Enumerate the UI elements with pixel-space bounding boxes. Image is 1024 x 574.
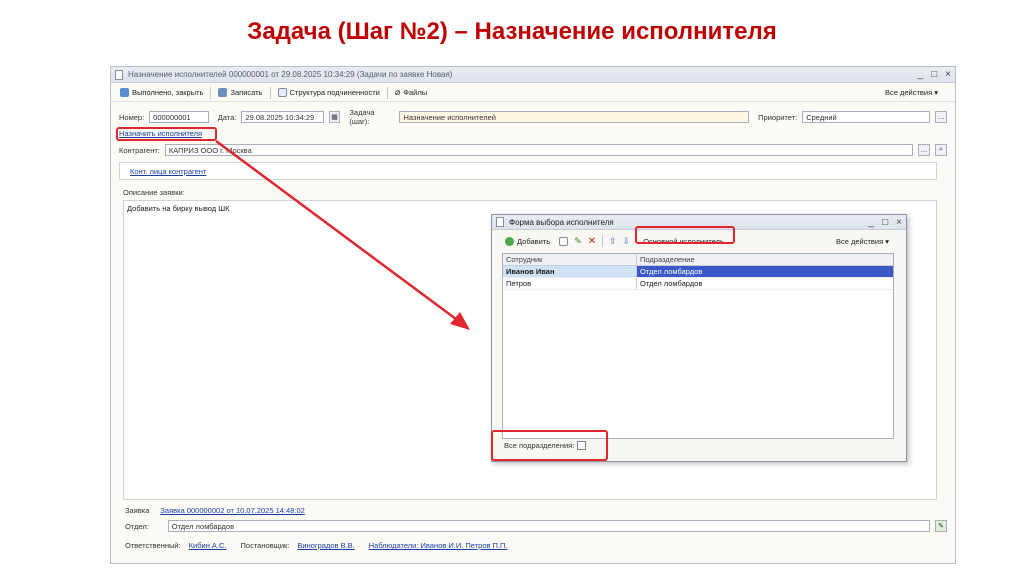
date-label: Дата: (217, 112, 237, 122)
copy-icon[interactable] (559, 236, 569, 246)
contacts-link[interactable]: Конт. лица контрагент (130, 167, 206, 176)
department-field[interactable]: Отдел ломбардов (167, 520, 930, 532)
minimize-button[interactable]: _ (918, 69, 924, 80)
add-button[interactable]: Добавить (502, 236, 553, 247)
counterparty-row: Контрагент: КАПРИЗ ООО г. Москва … ⌕ (119, 144, 947, 156)
dialog-close-button[interactable]: × (896, 217, 902, 228)
counterparty-field[interactable]: КАПРИЗ ООО г. Москва (164, 144, 913, 156)
highlight-main-executor (635, 226, 735, 244)
description-label: Описание заявки: (123, 188, 185, 197)
number-label: Номер: (119, 112, 145, 122)
files-label: Файлы (403, 88, 428, 97)
executor-selection-dialog: Форма выбора исполнителя _ □ × Добавить … (491, 214, 907, 462)
responsible-row: Ответственный: Кибин А.С. Постановщик: В… (125, 541, 947, 550)
number-field[interactable]: 000000001 (149, 111, 209, 123)
department-label: Отдел: (125, 521, 149, 531)
edit-icon[interactable]: ✎ (574, 236, 582, 247)
task-field[interactable]: Назначение исполнителей (399, 111, 750, 123)
task-label: Задача (шаг): (349, 108, 375, 126)
search-icon[interactable]: ⌕ (935, 144, 947, 156)
calendar-icon[interactable]: ▦ (328, 111, 341, 123)
counterparty-label: Контрагент: (119, 145, 160, 155)
files-button[interactable]: ⌀ Файлы (392, 86, 430, 99)
toolbar-separator (602, 235, 604, 247)
done-close-label: Выполнено, закрыть (132, 88, 204, 97)
highlight-all-departments (491, 430, 608, 461)
slide-title: Задача (Шаг №2) – Назначение исполнителя (247, 18, 777, 45)
department-cell: Отдел ломбардов (640, 279, 703, 288)
edit-icon[interactable]: ✎ (935, 520, 947, 532)
main-toolbar: Выполнено, закрыть Записать Структура по… (111, 84, 955, 102)
priority-select-button[interactable]: … (935, 111, 948, 123)
structure-label: Структура подчиненности (289, 88, 380, 97)
add-label: Добавить (517, 236, 551, 246)
table-row[interactable]: Иванов Иван Отдел ломбардов (503, 266, 893, 278)
department-cell: Отдел ломбардов (637, 266, 893, 277)
structure-button[interactable]: Структура подчиненности (275, 87, 383, 98)
column-header-employee[interactable]: Сотрудник (503, 254, 637, 265)
add-icon (505, 236, 514, 246)
responsible-link[interactable]: Кибин А.С. (189, 541, 227, 550)
dialog-all-actions-menu[interactable]: Все действия ▾ (833, 236, 892, 247)
window-title: Назначение исполнителей 000000001 от 29.… (128, 70, 453, 79)
table-row[interactable]: Петров Отдел ломбардов (503, 278, 893, 290)
dialog-maximize-button[interactable]: □ (882, 217, 888, 228)
date-field[interactable]: 29.08.2025 10:34:29 (241, 111, 324, 123)
dialog-title: Форма выбора исполнителя (509, 217, 614, 227)
observers-link[interactable]: Наблюдатели: Иванов И.И. Петров П.П. (369, 541, 508, 550)
description-text: Добавить на бирку вывод ШК (127, 204, 230, 213)
column-header-department[interactable]: Подразделение (637, 254, 893, 265)
done-close-button[interactable]: Выполнено, закрыть (117, 87, 206, 98)
highlight-assign-link (116, 127, 217, 141)
toolbar-separator (386, 86, 388, 99)
document-icon (496, 217, 504, 227)
move-down-icon[interactable]: ⇩ (623, 236, 631, 247)
priority-label: Приоритет: (758, 112, 798, 122)
assign-row: Назначить исполнителя (119, 129, 947, 138)
structure-icon (277, 88, 287, 97)
responsible-label: Ответственный: (125, 541, 181, 550)
dialog-minimize-button[interactable]: _ (869, 217, 875, 228)
assigner-link[interactable]: Виноградов В.В. (297, 541, 354, 550)
header-row: Номер: 000000001 Дата: 29.08.2025 10:34:… (119, 108, 948, 126)
employee-cell: Иванов Иван (503, 266, 637, 277)
table-header: Сотрудник Подразделение (503, 254, 893, 266)
move-up-icon[interactable]: ⇧ (609, 236, 617, 247)
document-icon (115, 69, 123, 80)
all-actions-menu[interactable]: Все действия ▾ (882, 87, 941, 98)
employee-cell: Петров (503, 278, 637, 289)
close-button[interactable]: × (945, 69, 951, 80)
save-icon (218, 88, 228, 97)
request-label: Заявка (125, 506, 150, 515)
save-button[interactable]: Записать (215, 87, 265, 98)
window-titlebar: Назначение исполнителей 000000001 от 29.… (111, 67, 955, 83)
toolbar-separator (269, 86, 271, 99)
request-row: Заявка Заявка 000000002 от 10.07.2025 14… (125, 506, 947, 515)
done-icon (120, 88, 129, 97)
assigner-label: Постановщик: (240, 541, 290, 550)
delete-icon[interactable]: ✕ (588, 236, 596, 247)
maximize-button[interactable]: □ (931, 69, 937, 80)
priority-field[interactable]: Средний (802, 111, 931, 123)
save-label: Записать (230, 88, 263, 97)
counterparty-select-button[interactable]: … (918, 144, 930, 156)
paperclip-icon: ⌀ (394, 87, 401, 97)
executors-table: Сотрудник Подразделение Иванов Иван Отде… (502, 253, 894, 439)
toolbar-separator (210, 86, 212, 99)
contacts-panel: Конт. лица контрагент (119, 162, 937, 180)
request-link[interactable]: Заявка 000000002 от 10.07.2025 14:48:02 (160, 506, 304, 515)
department-row: Отдел: Отдел ломбардов ✎ (125, 520, 947, 532)
